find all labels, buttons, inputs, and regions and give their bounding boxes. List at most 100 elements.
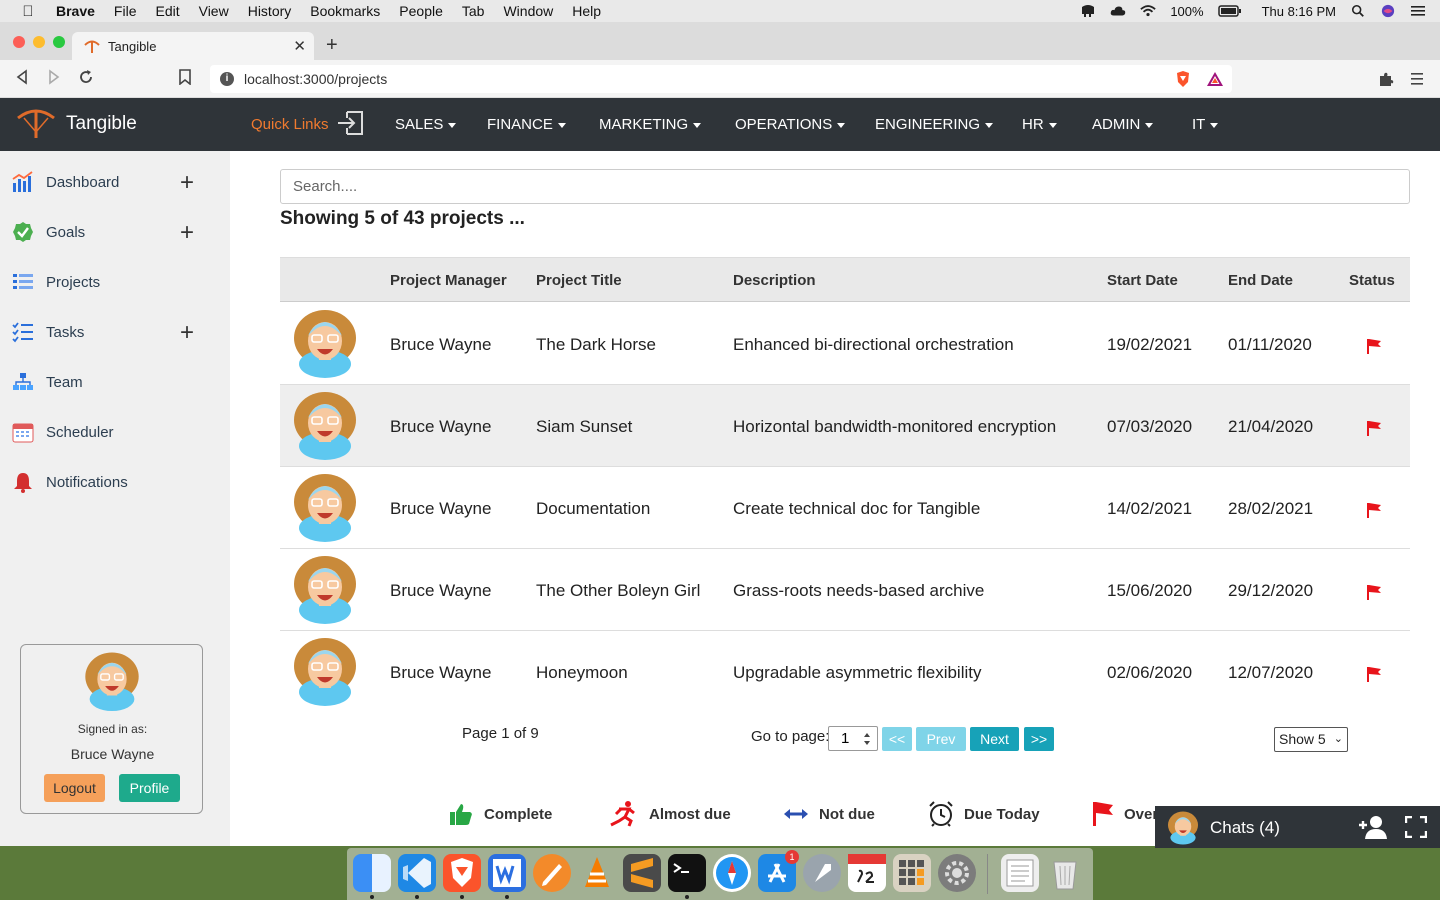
menu-file[interactable]: File xyxy=(114,3,137,19)
address-bar[interactable]: i localhost:3000/projects xyxy=(210,65,1232,93)
close-window-button[interactable] xyxy=(13,36,25,48)
trash-icon[interactable] xyxy=(1046,854,1084,892)
calendar-app-icon[interactable] xyxy=(848,854,886,892)
add-contact-icon[interactable] xyxy=(1358,815,1388,839)
webstorm-icon[interactable] xyxy=(488,854,526,892)
table-row[interactable]: Bruce Wayne Siam Sunset Horizontal bandw… xyxy=(280,385,1410,467)
battery-icon[interactable] xyxy=(1217,4,1242,18)
launchpad-icon[interactable] xyxy=(803,854,841,892)
site-info-icon[interactable]: i xyxy=(220,72,234,86)
profile-button[interactable]: Profile xyxy=(119,774,180,802)
sidebar-item-scheduler[interactable]: Scheduler xyxy=(12,420,114,444)
sidebar-item-notifications[interactable]: Notifications xyxy=(12,470,128,494)
macos-dock: 1 xyxy=(347,848,1093,900)
nav-sales-dropdown[interactable]: SALES xyxy=(395,116,457,133)
sidebar-item-dashboard[interactable]: Dashboard xyxy=(12,170,119,194)
apple-icon[interactable]:  xyxy=(18,3,38,20)
search-input[interactable] xyxy=(280,169,1410,204)
first-page-button[interactable]: << xyxy=(882,727,912,751)
nav-finance-dropdown[interactable]: FINANCE xyxy=(487,116,566,133)
brand-link[interactable]: Tangible xyxy=(16,108,137,140)
last-page-button[interactable]: >> xyxy=(1024,727,1054,751)
chat-widget[interactable]: Chats (4) xyxy=(1155,806,1440,848)
notification-center-icon[interactable] xyxy=(1410,4,1426,18)
safari-icon[interactable] xyxy=(713,854,751,892)
table-row[interactable]: Bruce Wayne Honeymoon Upgradable asymmet… xyxy=(280,631,1410,713)
vlc-icon[interactable] xyxy=(578,854,616,892)
menu-window[interactable]: Window xyxy=(503,3,553,19)
siri-icon[interactable] xyxy=(1380,4,1396,18)
column-header-title[interactable]: Project Title xyxy=(536,272,622,289)
minimize-window-button[interactable] xyxy=(33,36,45,48)
column-header-start-date[interactable]: Start Date xyxy=(1107,272,1178,289)
vscode-icon[interactable] xyxy=(398,854,436,892)
nav-marketing-dropdown[interactable]: MARKETING xyxy=(599,116,702,133)
column-header-description[interactable]: Description xyxy=(733,272,816,289)
close-tab-icon[interactable]: ✕ xyxy=(293,37,306,55)
sign-in-icon[interactable] xyxy=(337,110,365,136)
finder-icon[interactable] xyxy=(353,854,391,892)
pages-icon[interactable] xyxy=(533,854,571,892)
column-header-manager[interactable]: Project Manager xyxy=(390,272,507,289)
menu-history[interactable]: History xyxy=(248,3,292,19)
quick-links-link[interactable]: Quick Links xyxy=(251,116,329,133)
menu-tab[interactable]: Tab xyxy=(462,3,485,19)
avatar xyxy=(294,474,356,542)
elephant-icon[interactable] xyxy=(1080,4,1096,18)
system-preferences-icon[interactable] xyxy=(938,854,976,892)
sidebar-item-tasks[interactable]: Tasks xyxy=(12,320,84,344)
next-page-button[interactable]: Next xyxy=(970,727,1019,751)
sublime-text-icon[interactable] xyxy=(623,854,661,892)
column-header-end-date[interactable]: End Date xyxy=(1228,272,1293,289)
nav-engineering-dropdown[interactable]: ENGINEERING xyxy=(875,116,994,133)
fullscreen-icon[interactable] xyxy=(1405,816,1427,838)
table-row[interactable]: Bruce Wayne The Dark Horse Enhanced bi-d… xyxy=(280,303,1410,385)
terminal-icon[interactable] xyxy=(668,854,706,892)
maximize-window-button[interactable] xyxy=(53,36,65,48)
sidebar-item-goals[interactable]: Goals xyxy=(12,220,85,244)
menu-edit[interactable]: Edit xyxy=(155,3,179,19)
menubar-clock[interactable]: Thu 8:16 PM xyxy=(1262,4,1336,19)
brave-shields-icon[interactable] xyxy=(1174,70,1192,88)
browser-menu-icon[interactable] xyxy=(1411,72,1423,86)
stepper-arrows-icon[interactable] xyxy=(863,731,871,747)
menu-view[interactable]: View xyxy=(199,3,229,19)
sidebar-item-projects[interactable]: Projects xyxy=(12,270,100,294)
forward-icon[interactable] xyxy=(46,69,62,85)
add-goal-icon[interactable]: + xyxy=(180,221,194,245)
list-icon xyxy=(13,274,33,289)
nav-it-dropdown[interactable]: IT xyxy=(1192,116,1219,133)
menu-people[interactable]: People xyxy=(399,3,443,19)
spotlight-search-icon[interactable] xyxy=(1350,4,1366,18)
add-dashboard-icon[interactable]: + xyxy=(180,171,194,195)
nav-hr-dropdown[interactable]: HR xyxy=(1022,116,1057,133)
prev-page-button[interactable]: Prev xyxy=(916,727,966,751)
table-row[interactable]: Bruce Wayne Documentation Create technic… xyxy=(280,467,1410,549)
menu-bookmarks[interactable]: Bookmarks xyxy=(310,3,380,19)
menu-app-name[interactable]: Brave xyxy=(56,3,95,19)
add-task-icon[interactable]: + xyxy=(180,321,194,345)
table-row[interactable]: Bruce Wayne The Other Boleyn Girl Grass-… xyxy=(280,549,1410,631)
page-info: Page 1 of 9 xyxy=(462,725,539,742)
browser-tab[interactable]: Tangible ✕ xyxy=(72,32,314,60)
page-size-select[interactable]: Show 5 ⌄ xyxy=(1274,727,1348,752)
calculator-icon[interactable] xyxy=(893,854,931,892)
logout-button[interactable]: Logout xyxy=(44,774,105,802)
nav-operations-dropdown[interactable]: OPERATIONS xyxy=(735,116,846,133)
back-icon[interactable] xyxy=(14,69,30,85)
sidebar-item-team[interactable]: Team xyxy=(12,370,83,394)
brave-browser-icon[interactable] xyxy=(443,854,481,892)
bookmark-icon[interactable] xyxy=(178,69,192,85)
running-indicator xyxy=(460,895,464,899)
wifi-icon[interactable] xyxy=(1140,4,1157,18)
new-tab-icon[interactable]: + xyxy=(326,34,338,57)
nav-admin-dropdown[interactable]: ADMIN xyxy=(1092,116,1154,133)
documents-stack-icon[interactable] xyxy=(1001,854,1039,892)
reload-icon[interactable] xyxy=(78,69,94,85)
menu-help[interactable]: Help xyxy=(572,3,601,19)
cloud-icon[interactable] xyxy=(1110,4,1126,18)
brave-rewards-icon[interactable] xyxy=(1206,70,1224,88)
url-text[interactable]: localhost:3000/projects xyxy=(244,71,387,87)
extensions-icon[interactable] xyxy=(1378,71,1394,87)
column-header-status[interactable]: Status xyxy=(1349,272,1395,289)
